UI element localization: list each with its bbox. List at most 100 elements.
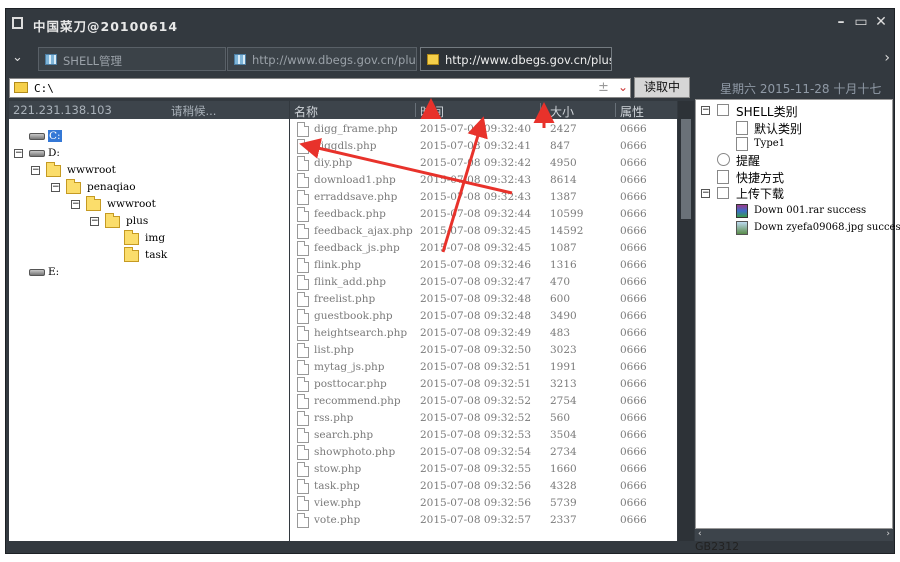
table-row[interactable]: task.php 2015-07-08 09:32:56 4328 0666 xyxy=(290,478,677,495)
collapse-icon[interactable]: − xyxy=(71,200,80,209)
category-icon xyxy=(717,104,729,116)
table-row[interactable]: showphoto.php 2015-07-08 09:32:54 2734 0666 xyxy=(290,444,677,461)
grid-icon xyxy=(234,54,246,65)
file-time: 2015-07-08 09:32:45 xyxy=(420,225,532,237)
tree-node-plus[interactable]: plus xyxy=(126,215,148,227)
drive-icon xyxy=(29,269,45,276)
table-row[interactable]: posttocar.php 2015-07-08 09:32:51 3213 0666 xyxy=(290,376,677,393)
collapse-icon[interactable]: − xyxy=(701,106,710,115)
close-icon[interactable]: ✕ xyxy=(872,13,890,31)
tree-node-shortcuts[interactable]: 快捷方式 xyxy=(736,169,784,186)
table-row[interactable]: rss.php 2015-07-08 09:32:52 560 0666 xyxy=(290,410,677,427)
tab-shell-manager[interactable]: SHELL管理 xyxy=(38,47,226,71)
file-name: freelist.php xyxy=(314,293,376,305)
tree-node-shell-types[interactable]: SHELL类别 xyxy=(736,103,798,120)
file-icon xyxy=(297,326,309,341)
file-icon xyxy=(297,496,309,511)
scrollbar-thumb[interactable] xyxy=(681,119,691,219)
main-window: 中国菜刀@20100614 – ▭ ✕ ⌄ SHELL管理 http://www… xyxy=(5,8,900,554)
table-row[interactable]: view.php 2015-07-08 09:32:56 5739 0666 xyxy=(290,495,677,512)
tree-node-c[interactable]: C: xyxy=(48,130,62,142)
file-size: 3490 xyxy=(550,310,577,322)
table-row[interactable]: erraddsave.php 2015-07-08 09:32:43 1387 066… xyxy=(290,189,677,206)
chevron-right-icon[interactable]: › xyxy=(884,50,890,66)
column-divider[interactable] xyxy=(615,103,616,117)
tab-url-2[interactable]: http://www.dbegs.gov.cn/plus/... xyxy=(420,47,612,71)
folder-icon xyxy=(124,230,139,245)
table-row[interactable]: flink.php 2015-07-08 09:32:46 1316 0666 xyxy=(290,257,677,274)
table-row[interactable]: recommend.php 2015-07-08 09:32:52 2754 0666 xyxy=(290,393,677,410)
file-icon xyxy=(297,394,309,409)
file-time: 2015-07-08 09:32:55 xyxy=(420,463,532,475)
tab-label: http://www.dbegs.gov.cn/plus/... xyxy=(252,53,416,67)
folder-icon xyxy=(14,82,28,93)
tree-node-e[interactable]: E: xyxy=(48,266,59,278)
file-time: 2015-07-08 09:32:49 xyxy=(420,327,532,339)
chevron-right-icon[interactable]: › xyxy=(886,529,890,539)
collapse-icon[interactable]: − xyxy=(90,217,99,226)
table-row[interactable]: stow.php 2015-07-08 09:32:55 1660 0666 xyxy=(290,461,677,478)
table-row[interactable]: list.php 2015-07-08 09:32:50 3023 0666 xyxy=(290,342,677,359)
column-size[interactable]: 大小 xyxy=(550,103,574,120)
tree-node-default-type[interactable]: 默认类别 xyxy=(754,120,802,137)
tree-node-reminder[interactable]: 提醒 xyxy=(736,152,760,169)
table-row[interactable]: feedback_js.php 2015-07-08 09:32:45 1087 06… xyxy=(290,240,677,257)
tree-node-img[interactable]: img xyxy=(145,232,165,244)
column-name[interactable]: 名称 xyxy=(294,103,318,120)
table-row[interactable]: freelist.php 2015-07-08 09:32:48 600 0666 xyxy=(290,291,677,308)
collapse-icon[interactable]: − xyxy=(31,166,40,175)
tree-node-task[interactable]: task xyxy=(145,249,167,261)
collapse-icon[interactable]: − xyxy=(51,183,60,192)
path-input[interactable]: C:\ ± ⌄ xyxy=(9,78,631,98)
chevron-left-icon[interactable]: ‹ xyxy=(698,529,702,539)
file-size: 3213 xyxy=(550,378,577,390)
table-row[interactable]: search.php 2015-07-08 09:32:53 3504 0666 xyxy=(290,427,677,444)
table-row[interactable]: mytag_js.php 2015-07-08 09:32:51 1991 0666 xyxy=(290,359,677,376)
column-attr[interactable]: 属性 xyxy=(620,103,644,120)
file-name: mytag_js.php xyxy=(314,361,385,373)
table-row[interactable]: flink_add.php 2015-07-08 09:32:47 470 0666 xyxy=(290,274,677,291)
window-icon xyxy=(12,17,23,29)
shell-category-panel: − SHELL类别 默认类别 Type1 提醒 快捷方式 − 上传下载 Down… xyxy=(695,99,900,529)
path-value: C:\ xyxy=(34,82,54,95)
tree-node-wwwroot-inner[interactable]: wwwroot xyxy=(107,198,156,210)
plus-minus-icon[interactable]: ± xyxy=(598,80,609,95)
shortcut-icon xyxy=(717,170,729,184)
file-attr: 0666 xyxy=(620,157,647,169)
read-button[interactable]: 读取中 xyxy=(634,77,690,98)
tree-node-transfer[interactable]: 上传下载 xyxy=(736,185,784,202)
tab-label: SHELL管理 xyxy=(63,54,123,68)
table-row[interactable]: feedback_ajax.php 2015-07-08 09:32:45 1459… xyxy=(290,223,677,240)
file-name: task.php xyxy=(314,480,360,492)
table-row[interactable]: diggdls.php 2015-07-08 09:32:41 847 0666 xyxy=(290,138,677,155)
table-row[interactable]: heightsearch.php 2015-07-08 09:32:49 483 06… xyxy=(290,325,677,342)
tree-node-wwwroot[interactable]: wwwroot xyxy=(67,164,116,176)
file-size: 8614 xyxy=(550,174,577,186)
table-row[interactable]: digg_frame.php 2015-07-08 09:32:40 2427 066… xyxy=(290,121,677,138)
file-time: 2015-07-08 09:32:47 xyxy=(420,276,532,288)
file-attr: 0666 xyxy=(620,497,647,509)
collapse-icon[interactable]: − xyxy=(701,189,710,198)
column-divider[interactable] xyxy=(540,103,541,117)
collapse-icon[interactable]: − xyxy=(14,149,23,158)
file-time: 2015-07-08 09:32:46 xyxy=(420,259,532,271)
table-row[interactable]: diy.php 2015-07-08 09:32:42 4950 0666 xyxy=(290,155,677,172)
chevron-down-icon[interactable]: ⌄ xyxy=(618,80,628,94)
tree-node-d[interactable]: D: xyxy=(48,147,60,159)
folder-icon xyxy=(124,247,139,262)
download-entry[interactable]: Down zyefa09068.jpg success xyxy=(754,222,900,233)
table-row[interactable]: feedback.php 2015-07-08 09:32:44 10599 0666 xyxy=(290,206,677,223)
chevron-down-icon[interactable]: ⌄ xyxy=(12,50,28,66)
tab-url-1[interactable]: http://www.dbegs.gov.cn/plus/... xyxy=(227,47,417,71)
tree-node-type1[interactable]: Type1 xyxy=(754,138,785,149)
maximize-icon[interactable]: ▭ xyxy=(852,13,870,31)
table-row[interactable]: vote.php 2015-07-08 09:32:57 2337 0666 xyxy=(290,512,677,529)
table-row[interactable]: download1.php 2015-07-08 09:32:43 8614 0666 xyxy=(290,172,677,189)
download-entry[interactable]: Down 001.rar success xyxy=(754,205,866,216)
table-row[interactable]: guestbook.php 2015-07-08 09:32:48 3490 0666 xyxy=(290,308,677,325)
column-time[interactable]: 时间 xyxy=(420,103,444,120)
column-divider[interactable] xyxy=(415,103,416,117)
minimize-icon[interactable]: – xyxy=(832,13,850,31)
tree-node-penaqiao[interactable]: penaqiao xyxy=(87,181,136,193)
file-list-scrollbar[interactable] xyxy=(678,101,694,541)
